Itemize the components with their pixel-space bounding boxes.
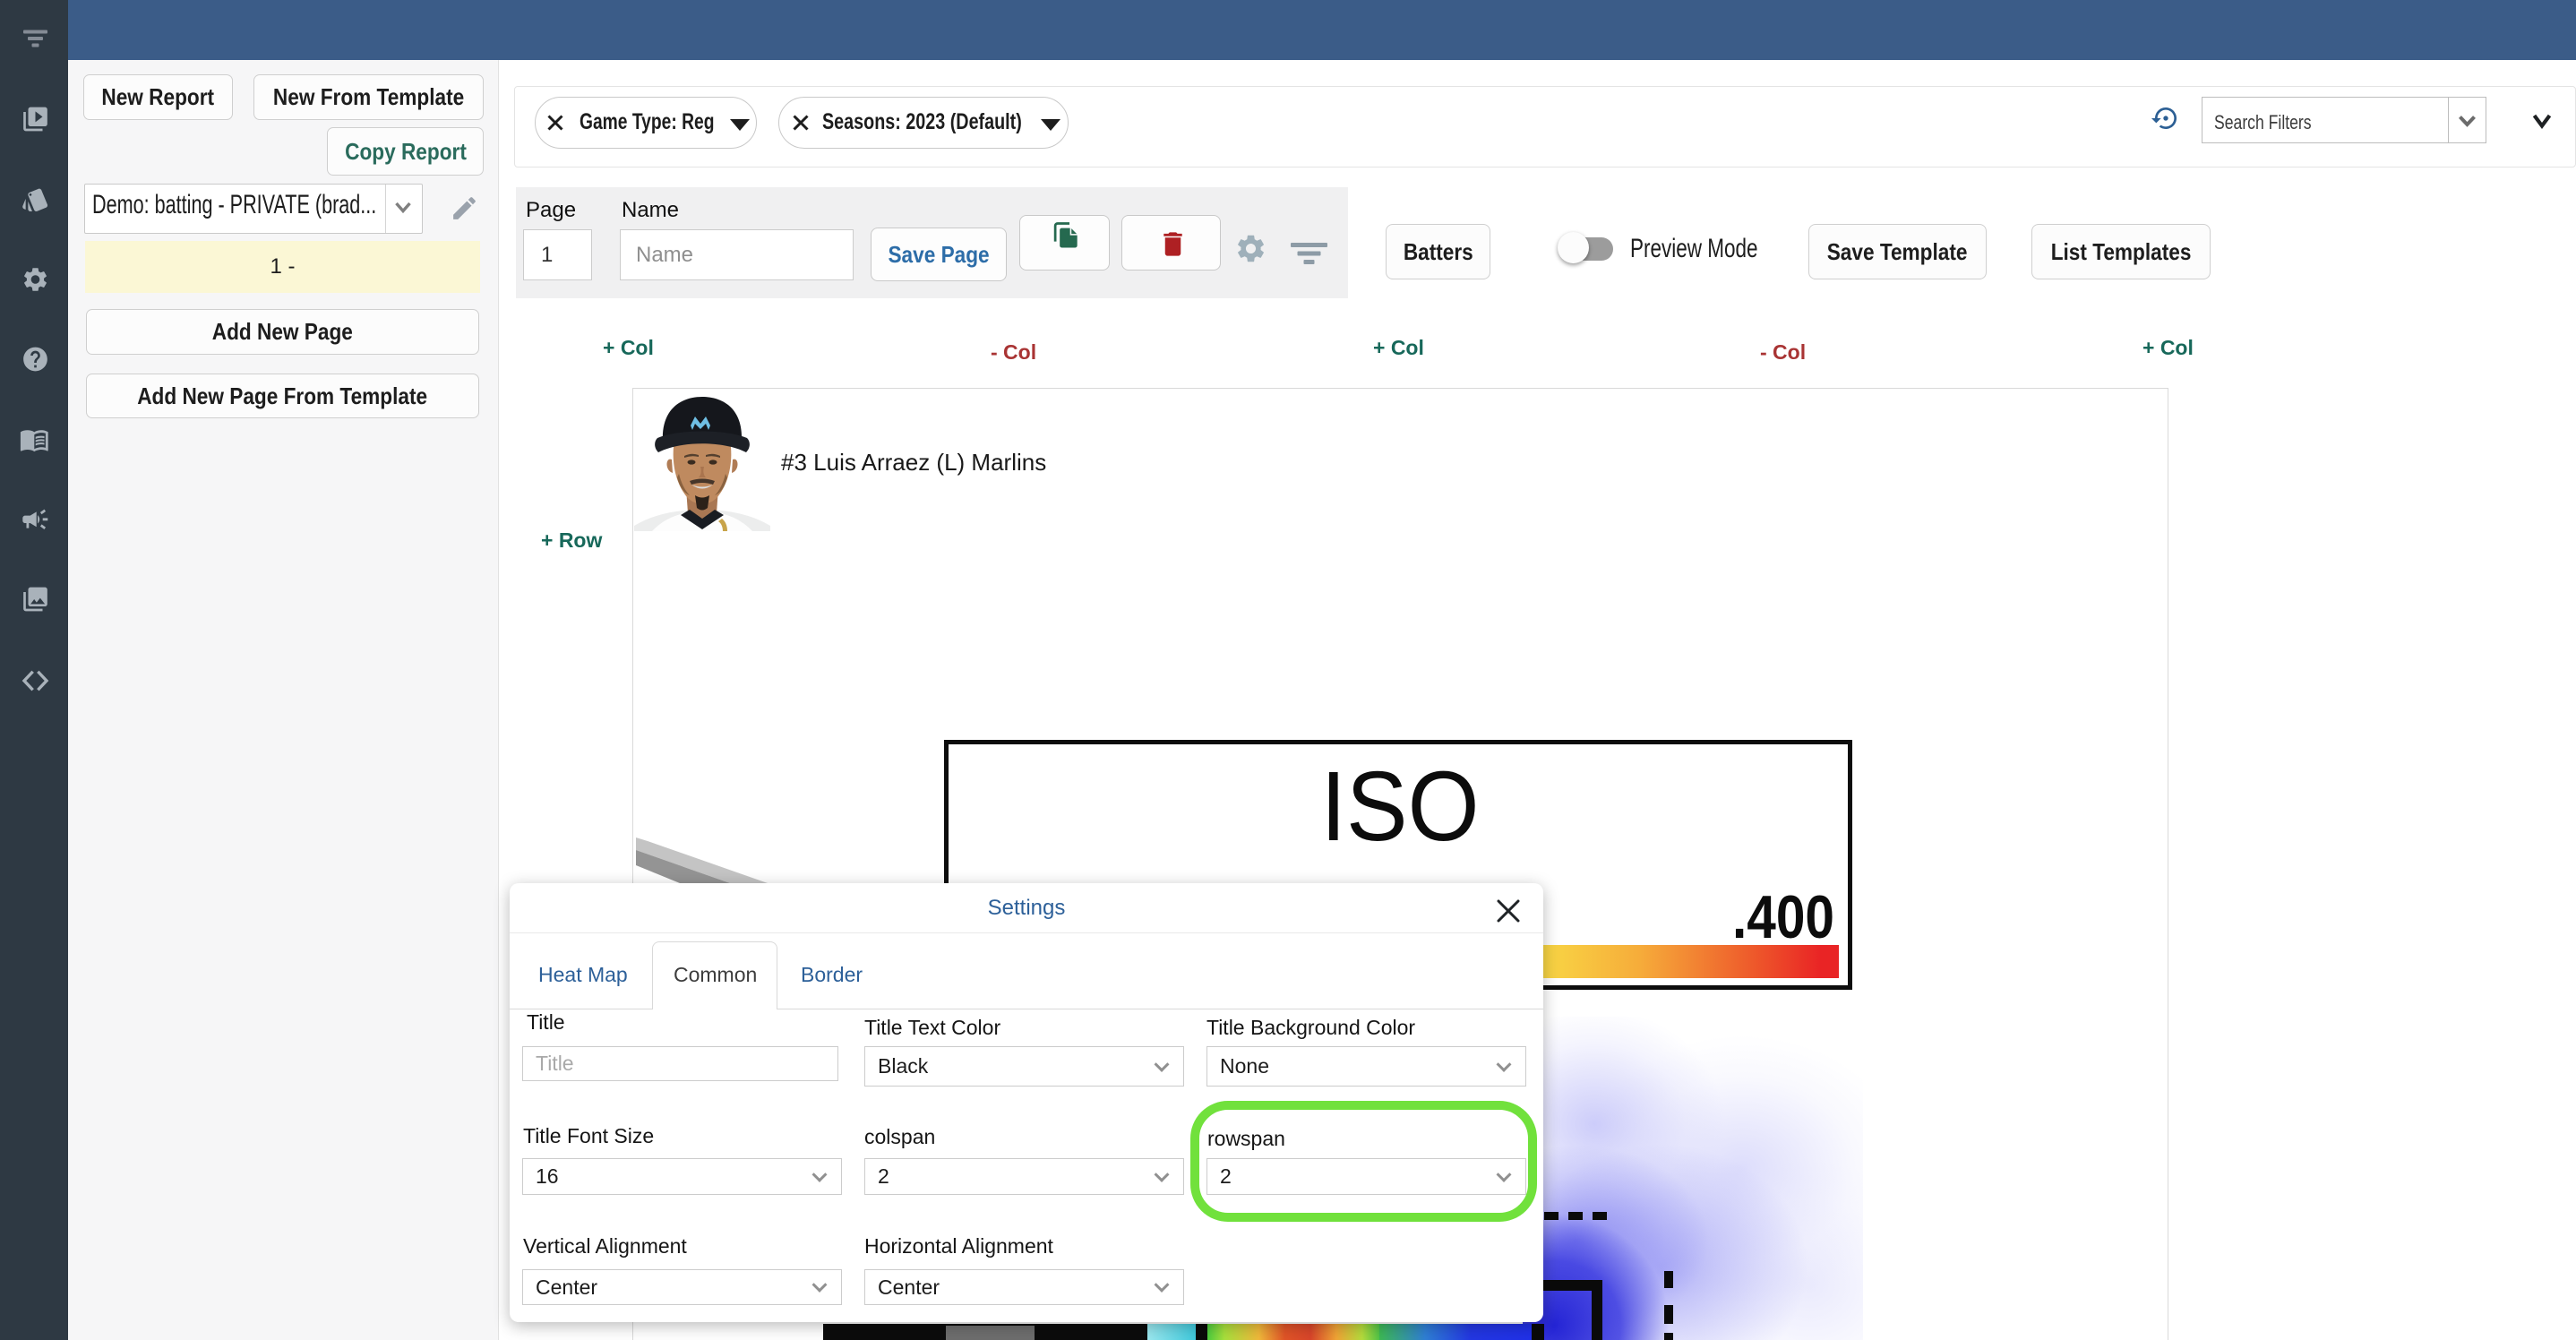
svg-text:.400: .400 bbox=[1732, 887, 1834, 942]
svg-text:ISO: ISO bbox=[1321, 758, 1480, 847]
